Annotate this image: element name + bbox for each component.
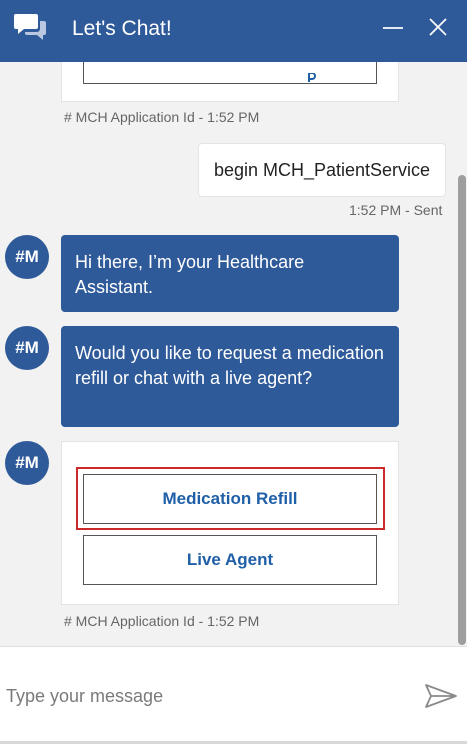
medication-refill-label: Medication Refill (162, 489, 298, 508)
message-input[interactable] (4, 677, 408, 715)
close-icon[interactable] (425, 14, 451, 40)
previous-choice-card (61, 62, 399, 102)
bot-avatar: #M (5, 441, 49, 485)
choice-card-meta: # MCH Application Id - 1:52 PM (64, 613, 260, 629)
send-icon[interactable] (424, 683, 458, 709)
previous-choice-button-partial (308, 70, 318, 82)
chat-bubbles-icon (14, 14, 46, 40)
bot-message-text: Hi there, I’m your Healthcare Assistant. (75, 252, 305, 297)
bot-message-text: Would you like to request a medication r… (75, 343, 384, 388)
chat-header: Let's Chat! (0, 0, 467, 62)
bot-message-bubble: Hi there, I’m your Healthcare Assistant. (61, 235, 399, 312)
bot-avatar: #M (5, 326, 49, 370)
live-agent-label: Live Agent (186, 550, 274, 569)
chat-transcript[interactable]: # MCH Application Id - 1:52 PM begin MCH… (0, 62, 467, 646)
scrollbar-thumb[interactable] (458, 175, 466, 645)
bot-avatar: #M (5, 235, 49, 279)
message-composer (0, 646, 467, 744)
top-card-meta: # MCH Application Id - 1:52 PM (64, 109, 260, 125)
user-message-bubble: begin MCH_PatientService (198, 143, 446, 197)
choice-card: Medication Refill Live Agent (61, 441, 399, 605)
bot-message-bubble: Would you like to request a medication r… (61, 326, 399, 427)
chat-title: Let's Chat! (72, 17, 172, 40)
user-message-text: begin MCH_PatientService (213, 160, 431, 180)
user-message-meta: 1:52 PM - Sent (349, 202, 443, 218)
previous-choice-button[interactable] (83, 62, 377, 84)
live-agent-button[interactable]: Live Agent (83, 535, 377, 585)
minimize-icon[interactable] (380, 14, 406, 40)
medication-refill-button[interactable]: Medication Refill (83, 474, 377, 524)
